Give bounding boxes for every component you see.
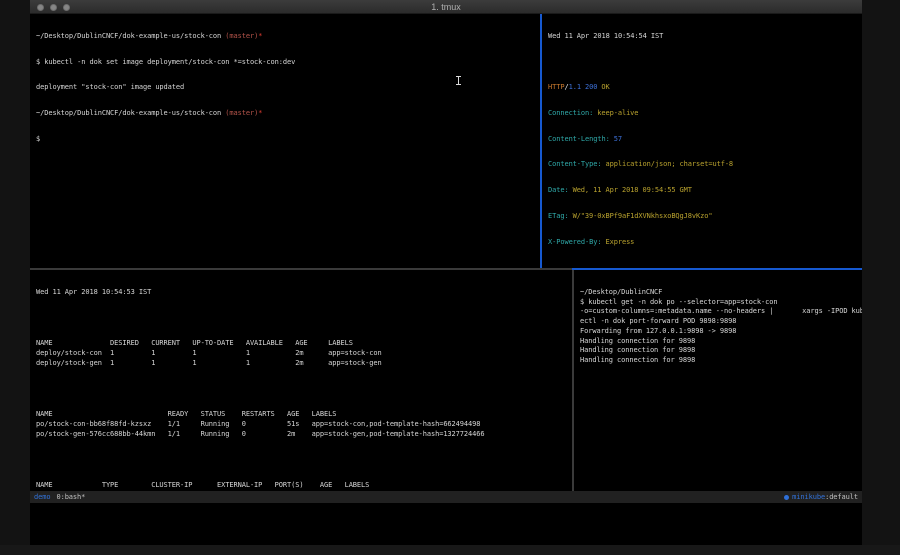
header-value: 57: [610, 135, 622, 143]
http-header-line: Content-Length:57: [548, 135, 862, 145]
git-dirty-flag: *: [258, 109, 262, 117]
timestamp-line: Wed 11 Apr 2018 10:54:54 IST: [548, 32, 862, 42]
command-line: $ kubectl -n dok set image deployment/st…: [36, 58, 540, 68]
output-line: deployment "stock-con" image updated: [36, 83, 540, 93]
pane-bottom-left[interactable]: Wed 11 Apr 2018 10:54:53 IST NAME DESIRE…: [30, 270, 572, 491]
pane-top-right[interactable]: Wed 11 Apr 2018 10:54:54 IST HTTP/1.1 20…: [542, 14, 862, 268]
http-header-line: Date:Wed, 11 Apr 2018 09:54:55 GMT: [548, 186, 862, 196]
http-header-line: Connection:keep-alive: [548, 109, 862, 119]
http-header-line: Content-Type:application/json; charset=u…: [548, 160, 862, 170]
header-value: Express: [602, 238, 635, 246]
http-header-line: ETag:W/"39-0xBPf9aF1dXVNkhsxoBQgJ8vKzo": [548, 212, 862, 222]
http-protocol: HTTP: [548, 83, 564, 91]
git-branch: (master): [225, 32, 258, 40]
command-text: $ kubectl -n dok set image deployment/st…: [36, 58, 295, 66]
port-forward-output: ~/Desktop/DublinCNCF $ kubectl get -n do…: [580, 288, 862, 366]
pods-table: NAME READY STATUS RESTARTS AGE LABELS po…: [36, 410, 572, 439]
timestamp-text: Wed 11 Apr 2018 10:54:53 IST: [36, 288, 151, 296]
services-table: NAME TYPE CLUSTER-IP EXTERNAL-IP PORT(S)…: [36, 481, 572, 491]
session-name: demo: [34, 491, 50, 503]
status-bar-left: demo 0:bash*: [34, 491, 85, 503]
desktop-bottom-strip: [0, 545, 900, 555]
kube-namespace: :default: [825, 491, 858, 503]
git-branch: (master): [225, 109, 258, 117]
header-name: Content-Type:: [548, 160, 602, 168]
http-version-code: 1.1 200: [569, 83, 598, 91]
mouse-ibeam-pointer: [458, 76, 459, 85]
http-reason: OK: [597, 83, 609, 91]
prompt-path: ~/Desktop/DublinCNCF/dok-example-us/stoc…: [36, 32, 225, 40]
tmux-session: ~/Desktop/DublinCNCF/dok-example-us/stoc…: [30, 14, 862, 545]
prompt-path: ~/Desktop/DublinCNCF/dok-example-us/stoc…: [36, 109, 225, 117]
prompt-line: $: [36, 135, 540, 145]
pane-top-left[interactable]: ~/Desktop/DublinCNCF/dok-example-us/stoc…: [30, 14, 540, 268]
http-status-line: HTTP/1.1 200OK: [548, 83, 862, 93]
terminal-window: 1. tmux ~/Desktop/DublinCNCF/dok-example…: [30, 0, 862, 545]
window-titlebar[interactable]: 1. tmux: [30, 0, 862, 14]
header-value: application/json; charset=utf-8: [602, 160, 734, 168]
header-value: W/"39-0xBPf9aF1dXVNkhsxoBQgJ8vKzo": [569, 212, 713, 220]
prompt-line: ~/Desktop/DublinCNCF/dok-example-us/stoc…: [36, 32, 540, 42]
timestamp-line: Wed 11 Apr 2018 10:54:53 IST: [36, 288, 572, 298]
header-name: ETag:: [548, 212, 569, 220]
header-name: X-Powered-By:: [548, 238, 602, 246]
status-bar-right: minikube :default: [784, 491, 858, 503]
header-name: Connection:: [548, 109, 593, 117]
header-value: Wed, 11 Apr 2018 09:54:55 GMT: [569, 186, 692, 194]
tmux-status-bar: demo 0:bash* minikube :default: [30, 491, 862, 503]
prompt-dollar: $: [36, 135, 40, 143]
header-name: Date:: [548, 186, 569, 194]
window-title: 1. tmux: [30, 0, 862, 14]
pane-bottom-right[interactable]: ~/Desktop/DublinCNCF $ kubectl get -n do…: [574, 270, 862, 491]
header-value: keep-alive: [593, 109, 638, 117]
timestamp-text: Wed 11 Apr 2018 10:54:54 IST: [548, 32, 663, 40]
git-dirty-flag: *: [258, 32, 262, 40]
http-header-line: X-Powered-By:Express: [548, 238, 862, 248]
header-name: Content-Length:: [548, 135, 610, 143]
desktop-background: 1. tmux ~/Desktop/DublinCNCF/dok-example…: [0, 0, 900, 555]
prompt-line: ~/Desktop/DublinCNCF/dok-example-us/stoc…: [36, 109, 540, 119]
kube-context: minikube: [792, 491, 825, 503]
window-tab-active[interactable]: 0:bash*: [56, 491, 85, 503]
deployments-table: NAME DESIRED CURRENT UP-TO-DATE AVAILABL…: [36, 339, 572, 368]
kubernetes-icon: [784, 495, 789, 500]
output-text: deployment "stock-con" image updated: [36, 83, 184, 91]
